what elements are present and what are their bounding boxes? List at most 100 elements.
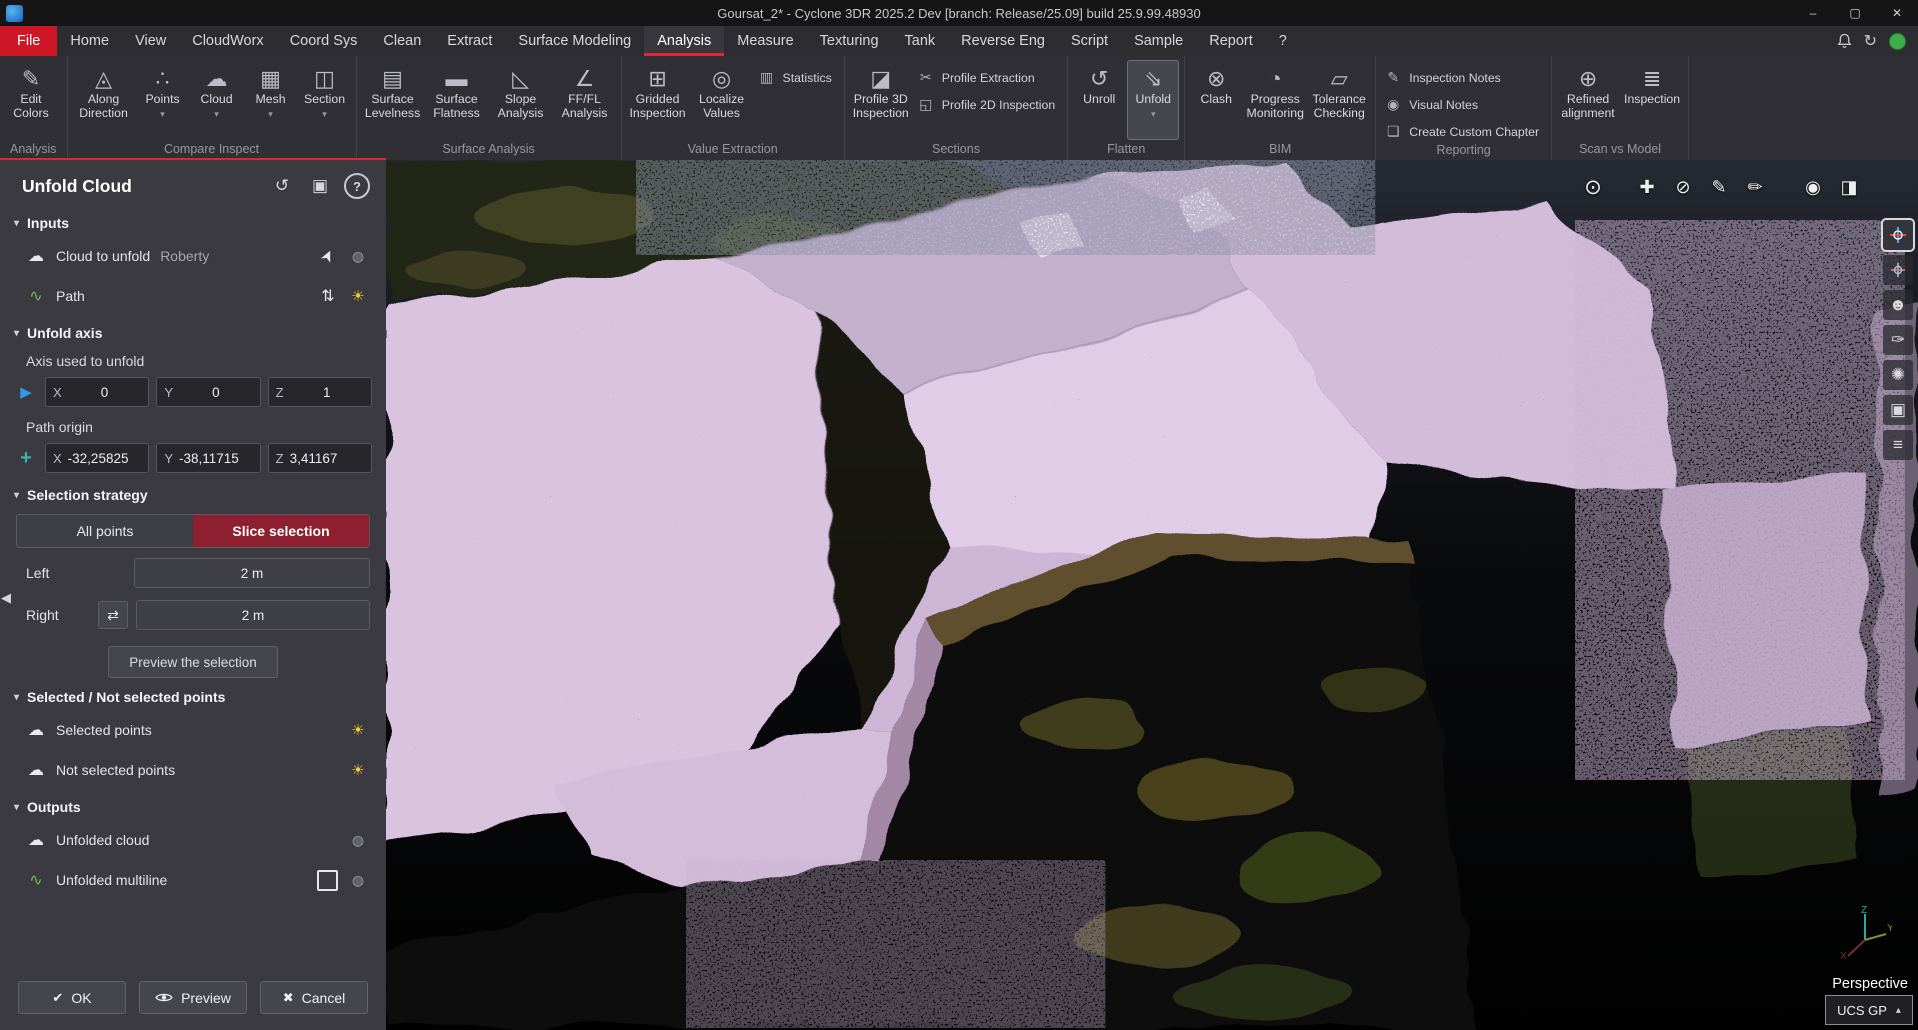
section-inputs-header[interactable]: ▾ Inputs	[0, 206, 386, 236]
slope-analysis-button[interactable]: ◺ Slope Analysis	[490, 60, 552, 140]
panel-collapse-handle[interactable]: ◀	[1, 590, 11, 606]
preview-selection-button[interactable]: Preview the selection	[108, 646, 278, 678]
slice-selection-button[interactable]: Slice selection	[193, 515, 369, 547]
axis-direction-icon[interactable]: ▶	[14, 383, 38, 401]
reverse-path-icon[interactable]: ⇅	[318, 286, 338, 306]
cloud-to-unfold-value[interactable]: Roberty	[160, 248, 308, 264]
axis-y-input[interactable]	[179, 385, 253, 400]
axis-z-input[interactable]	[290, 385, 364, 400]
origin-x-input[interactable]	[68, 451, 142, 466]
section-selection-strategy-header[interactable]: ▾ Selection strategy	[0, 478, 386, 508]
create-custom-chapter-button[interactable]: ❏ Create Custom Chapter	[1380, 121, 1547, 142]
measure-remove-icon[interactable]: ⊘	[1668, 172, 1698, 202]
viewport-3d[interactable]: ⊙ ✚ ⊘ ✎ ✏ ◉ ◨ ☻ ✑ ✺ ▣ ≡ Z	[386, 160, 1918, 1030]
visibility-bulb-icon[interactable]: ◍	[348, 248, 368, 265]
surface-flatness-button[interactable]: ▬ Surface Flatness	[426, 60, 488, 140]
menu-clean[interactable]: Clean	[370, 26, 434, 56]
visibility-sun-icon[interactable]: ☀	[348, 287, 368, 305]
ucs-box-icon[interactable]: ▣	[1883, 395, 1913, 425]
viewpoint-avatar-icon[interactable]: ☻	[1883, 290, 1913, 320]
visibility-sun-icon[interactable]: ☀	[348, 721, 368, 739]
origin-point-icon[interactable]: +	[14, 447, 38, 470]
profile-3d-inspection-button[interactable]: ◪ Profile 3D Inspection	[850, 60, 912, 140]
left-distance-field[interactable]: 2 m	[134, 558, 370, 588]
mesh-inspect-button[interactable]: ▦ Mesh ▾	[245, 60, 297, 140]
unroll-button[interactable]: ↺ Unroll	[1073, 60, 1125, 140]
sync-icon[interactable]: ↻	[1864, 31, 1877, 51]
projection-mode-label[interactable]: Perspective	[1832, 976, 1908, 992]
unfold-button[interactable]: ⇘ Unfold ▾	[1127, 60, 1179, 140]
menu-script[interactable]: Script	[1058, 26, 1121, 56]
inspection-notes-button[interactable]: ✎ Inspection Notes	[1380, 67, 1509, 88]
cancel-button[interactable]: ✖ Cancel	[260, 981, 368, 1014]
progress-monitoring-button[interactable]: ◔ Progress Monitoring	[1244, 60, 1306, 140]
link-values-toggle-icon[interactable]: ⇄	[98, 601, 128, 629]
layers-icon[interactable]: ≡	[1883, 430, 1913, 460]
tolerance-checking-button[interactable]: ▱ Tolerance Checking	[1308, 60, 1370, 140]
profile-extraction-button[interactable]: ✂ Profile Extraction	[913, 67, 1043, 88]
help-icon[interactable]: ?	[344, 173, 370, 199]
annotate-pen-icon[interactable]: ✏	[1740, 172, 1770, 202]
menu-reverse-eng[interactable]: Reverse Eng	[948, 26, 1058, 56]
surface-levelness-button[interactable]: ▤ Surface Levelness	[362, 60, 424, 140]
section-selected-points-header[interactable]: ▾ Selected / Not selected points	[0, 680, 386, 710]
measure-add-icon[interactable]: ✚	[1632, 172, 1662, 202]
menu-coord-sys[interactable]: Coord Sys	[277, 26, 371, 56]
maximize-icon[interactable]: ▢	[1834, 0, 1876, 26]
account-status-icon[interactable]	[1889, 33, 1906, 50]
origin-y-input[interactable]	[179, 451, 253, 466]
clash-button[interactable]: ⊗ Clash	[1190, 60, 1242, 140]
section-unfold-axis-header[interactable]: ▾ Unfold axis	[0, 316, 386, 346]
ucs-selector[interactable]: UCS GP ▴	[1825, 995, 1913, 1025]
texture-tool-icon[interactable]: ◨	[1834, 172, 1864, 202]
notifications-bell-icon[interactable]	[1837, 33, 1852, 49]
export-icon[interactable]: ▣	[306, 172, 334, 200]
menu-extract[interactable]: Extract	[434, 26, 505, 56]
visibility-tool-icon[interactable]: ◉	[1798, 172, 1828, 202]
menu-report[interactable]: Report	[1196, 26, 1266, 56]
axis-x-input[interactable]	[68, 385, 142, 400]
lighting-icon[interactable]: ✺	[1883, 360, 1913, 390]
menu-home[interactable]: Home	[57, 26, 122, 56]
unfolded-multiline-checkbox[interactable]	[317, 870, 338, 891]
paint-selection-icon[interactable]: ✑	[1883, 325, 1913, 355]
rotation-center-icon[interactable]	[1883, 220, 1913, 250]
gridded-inspection-button[interactable]: ⊞ Gridded Inspection	[627, 60, 689, 140]
origin-z-input[interactable]	[290, 451, 364, 466]
section-inspect-button[interactable]: ◫ Section ▾	[299, 60, 351, 140]
menu-cloudworx[interactable]: CloudWorx	[179, 26, 276, 56]
section-outputs-header[interactable]: ▾ Outputs	[0, 790, 386, 820]
all-points-button[interactable]: All points	[17, 515, 193, 547]
visual-notes-button[interactable]: ◉ Visual Notes	[1380, 94, 1486, 115]
menu-view[interactable]: View	[122, 26, 179, 56]
pick-cursor-icon[interactable]: ➤	[318, 246, 338, 266]
points-inspect-button[interactable]: ∴ Points ▾	[137, 60, 189, 140]
profile-2d-inspection-button[interactable]: ◱ Profile 2D Inspection	[913, 94, 1063, 115]
menu-surface-modeling[interactable]: Surface Modeling	[505, 26, 644, 56]
menu-texturing[interactable]: Texturing	[807, 26, 892, 56]
refined-alignment-button[interactable]: ⊕ Refined alignment	[1557, 60, 1619, 140]
menu-sample[interactable]: Sample	[1121, 26, 1196, 56]
close-icon[interactable]: ✕	[1876, 0, 1918, 26]
localize-values-button[interactable]: ◎ Localize Values	[691, 60, 753, 140]
ok-button[interactable]: ✔ OK	[18, 981, 126, 1014]
menu-tank[interactable]: Tank	[892, 26, 949, 56]
annotate-pencil-icon[interactable]: ✎	[1704, 172, 1734, 202]
menu-file[interactable]: File	[0, 26, 57, 56]
view-target-icon[interactable]: ⊙	[1578, 172, 1608, 202]
cloud-inspect-button[interactable]: ☁ Cloud ▾	[191, 60, 243, 140]
reset-icon[interactable]: ↺	[268, 172, 296, 200]
menu-analysis[interactable]: Analysis	[644, 26, 724, 56]
edit-colors-button[interactable]: ✎ Edit Colors	[5, 60, 57, 140]
fffl-analysis-button[interactable]: ∠ FF/FL Analysis	[554, 60, 616, 140]
statistics-button[interactable]: ▥ Statistics	[754, 67, 840, 88]
menu-measure[interactable]: Measure	[724, 26, 806, 56]
visibility-sun-icon[interactable]: ☀	[348, 761, 368, 779]
visibility-bulb-icon[interactable]: ◍	[348, 872, 368, 889]
along-direction-button[interactable]: ◬ Along Direction	[73, 60, 135, 140]
inspection-button[interactable]: ≣ Inspection	[1621, 60, 1683, 140]
right-distance-field[interactable]: 2 m	[136, 600, 370, 630]
preview-button[interactable]: Preview	[139, 981, 247, 1014]
pick-rotation-point-icon[interactable]	[1883, 255, 1913, 285]
minimize-icon[interactable]: –	[1792, 0, 1834, 26]
